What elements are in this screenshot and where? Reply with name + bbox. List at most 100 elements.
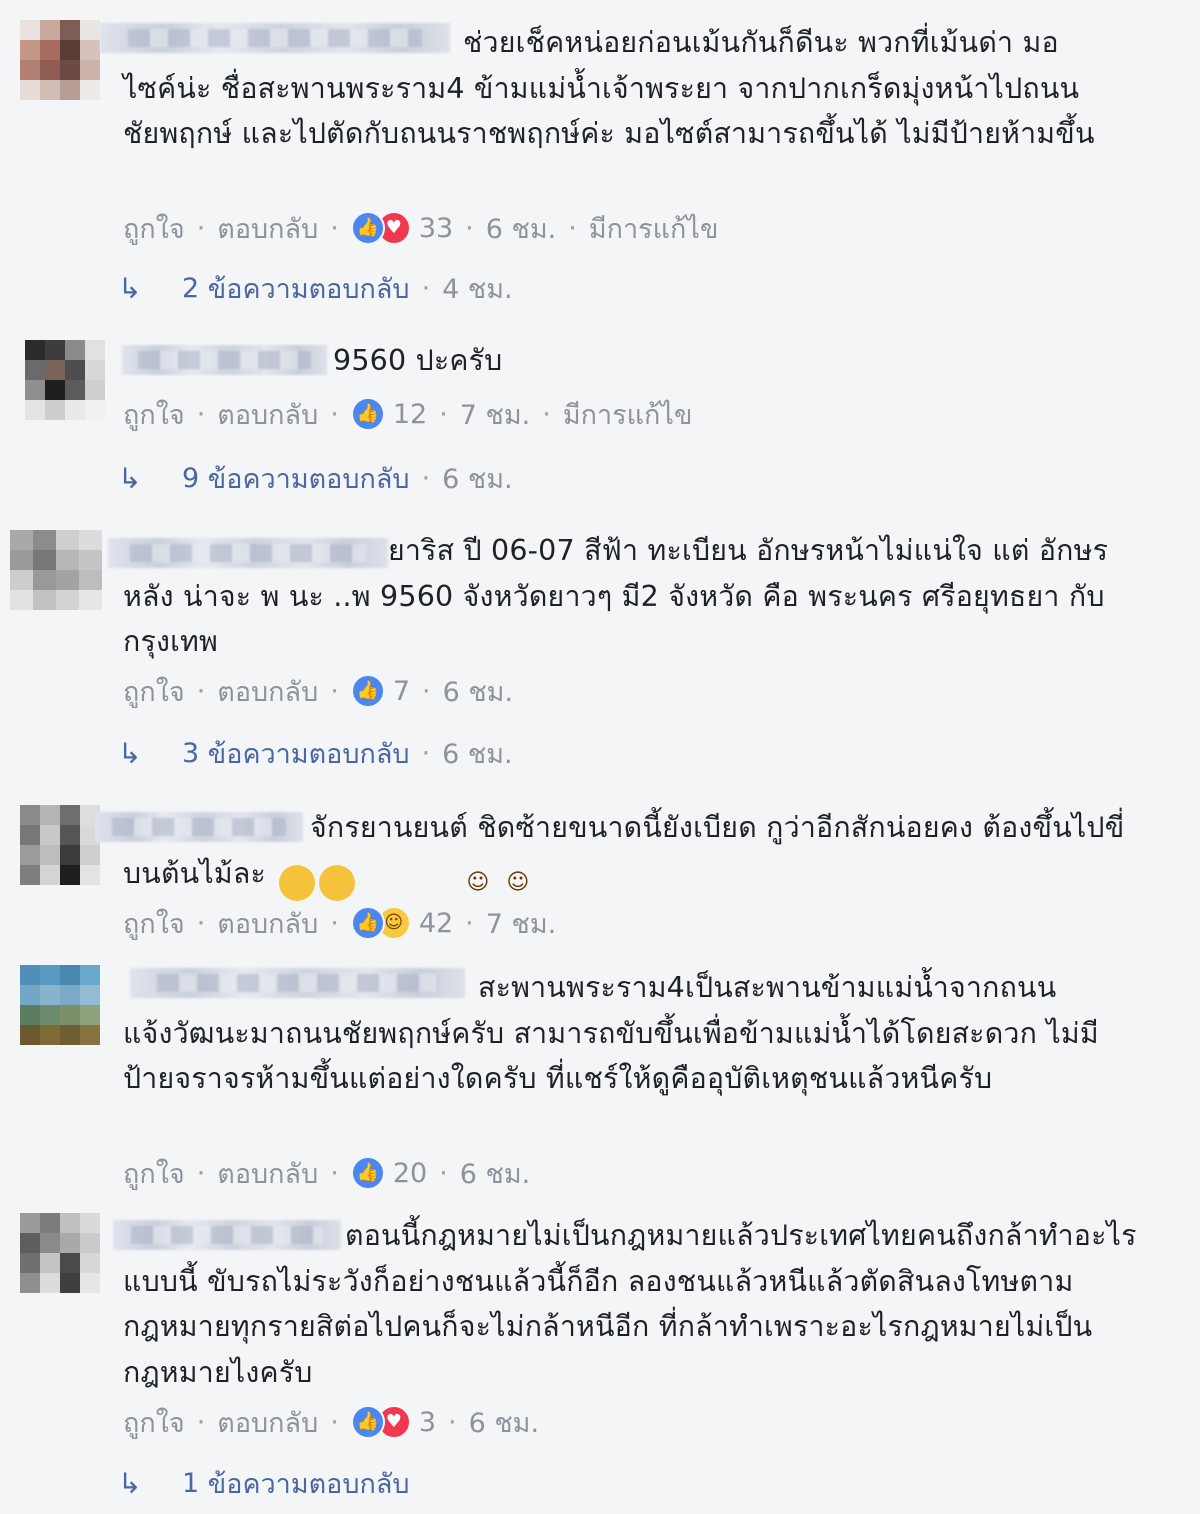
reply-label: ข้อความตอบกลับ: [207, 1468, 410, 1500]
separator: ·: [196, 1157, 206, 1189]
separator: ·: [439, 398, 448, 430]
comment-body: จักรยานยนต์ ชิดซ้ายขนาดนี้ยังเบียด กูว่า…: [123, 811, 1125, 890]
separator: ·: [542, 398, 551, 430]
separator: ·: [439, 1157, 448, 1189]
comment-actions: ถูกใจ · ตอบกลับ · 👍 ♥ 3 · 6 ชม.: [123, 1402, 539, 1442]
avatar[interactable]: [25, 340, 105, 420]
separator: ·: [465, 212, 474, 244]
edited-label[interactable]: มีการแก้ไข: [589, 207, 719, 250]
reaction-count: 7: [392, 675, 410, 707]
comment-text: สะพานพระราม4เป็นสะพานข้ามแม่น้ำจากถนนแจ้…: [123, 971, 1099, 1095]
avatar[interactable]: [20, 965, 100, 1045]
view-replies[interactable]: ↳ 9 ข้อความตอบกลับ · 6 ชม.: [118, 458, 513, 498]
comment-text: ยาริส ปี 06-07 สีฟ้า ทะเบียน อักษรหน้าไม…: [123, 534, 1114, 658]
reply-link[interactable]: ตอบกลับ: [217, 393, 318, 436]
timestamp[interactable]: 6 ชม.: [460, 1152, 530, 1195]
separator: ·: [421, 272, 431, 304]
like-reaction-icon: 👍: [350, 1405, 385, 1439]
reply-time: 6 ชม.: [442, 738, 513, 770]
like-link[interactable]: ถูกใจ: [123, 207, 185, 250]
comment-text: ตอนนี้กฎหมายไม่เป็นกฎหมายแล้วประเทศไทยคน…: [123, 1219, 1137, 1389]
reply-label: ข้อความตอบกลับ: [207, 273, 410, 305]
separator: ·: [196, 212, 206, 244]
reply-count: 1: [182, 1467, 200, 1499]
like-reaction-icon: 👍: [350, 397, 385, 431]
like-link[interactable]: ถูกใจ: [123, 670, 185, 713]
timestamp[interactable]: 7 ชม.: [460, 393, 530, 436]
reply-label: ข้อความตอบกลับ: [207, 738, 410, 770]
comment-actions: ถูกใจ · ตอบกลับ · 👍 20 · 6 ชม.: [123, 1153, 530, 1193]
reaction-count: 3: [418, 1406, 436, 1438]
comment-text: ช่วยเช็คหน่อยก่อนเม้นกันก็ดีนะ พวกที่เม้…: [123, 26, 1095, 150]
separator: ·: [465, 907, 474, 939]
blurred-author-name[interactable]: [122, 345, 327, 375]
timestamp[interactable]: 6 ชม.: [469, 1401, 539, 1444]
separator: ·: [330, 907, 339, 939]
comment-actions: ถูกใจ · ตอบกลับ · 👍 ☺ 42 · 7 ชม.: [123, 903, 556, 943]
comment-text: 9560 ปะครับ: [333, 344, 503, 377]
separator: ·: [568, 212, 577, 244]
timestamp[interactable]: 7 ชม.: [486, 902, 556, 945]
reply-link[interactable]: ตอบกลับ: [217, 670, 318, 713]
reactions[interactable]: 👍: [350, 397, 385, 431]
reactions[interactable]: 👍 ♥: [350, 1405, 411, 1439]
separator: ·: [448, 1406, 457, 1438]
like-reaction-icon: 👍: [350, 211, 385, 245]
reply-link[interactable]: ตอบกลับ: [217, 1401, 318, 1444]
avatar[interactable]: [20, 20, 100, 100]
separator: ·: [330, 398, 339, 430]
reply-count: 2: [182, 272, 200, 304]
separator: ·: [330, 675, 339, 707]
reply-arrow-icon: ↳: [118, 736, 142, 770]
like-link[interactable]: ถูกใจ: [123, 902, 185, 945]
comment-actions: ถูกใจ · ตอบกลับ · 👍 ♥ 33 · 6 ชม. · มีการ…: [123, 208, 718, 248]
reaction-count: 12: [392, 398, 428, 430]
avatar[interactable]: [20, 1213, 100, 1293]
reply-link[interactable]: ตอบกลับ: [217, 902, 318, 945]
reaction-count: 33: [418, 212, 454, 244]
avatar[interactable]: [20, 805, 100, 885]
reply-arrow-icon: ↳: [118, 1466, 142, 1500]
laughing-emoji-icon: ☺: [279, 864, 489, 901]
edited-label[interactable]: มีการแก้ไข: [563, 393, 693, 436]
avatar[interactable]: [10, 530, 102, 610]
comment-actions: ถูกใจ · ตอบกลับ · 👍 12 · 7 ชม. · มีการแก…: [123, 394, 692, 434]
reactions[interactable]: 👍: [350, 1156, 385, 1190]
separator: ·: [196, 398, 206, 430]
view-replies[interactable]: ↳ 2 ข้อความตอบกลับ · 4 ชม.: [118, 268, 513, 308]
reply-link[interactable]: ตอบกลับ: [217, 207, 318, 250]
separator: ·: [422, 675, 431, 707]
separator: ·: [330, 1406, 339, 1438]
reply-time: 4 ชม.: [442, 273, 513, 305]
like-link[interactable]: ถูกใจ: [123, 1401, 185, 1444]
comment-actions: ถูกใจ · ตอบกลับ · 👍 7 · 6 ชม.: [123, 671, 513, 711]
like-link[interactable]: ถูกใจ: [123, 1152, 185, 1195]
reply-arrow-icon: ↳: [118, 461, 142, 495]
view-replies[interactable]: ↳ 3 ข้อความตอบกลับ · 6 ชม.: [118, 733, 513, 773]
like-reaction-icon: 👍: [350, 906, 385, 940]
separator: ·: [196, 675, 206, 707]
separator: ·: [196, 1406, 206, 1438]
reply-arrow-icon: ↳: [118, 271, 142, 305]
reaction-count: 20: [392, 1157, 428, 1189]
timestamp[interactable]: 6 ชม.: [443, 670, 513, 713]
timestamp[interactable]: 6 ชม.: [486, 207, 556, 250]
separator: ·: [421, 462, 431, 494]
reaction-count: 42: [418, 907, 454, 939]
like-link[interactable]: ถูกใจ: [123, 393, 185, 436]
reply-link[interactable]: ตอบกลับ: [217, 1152, 318, 1195]
reply-label: ข้อความตอบกลับ: [207, 463, 410, 495]
reactions[interactable]: 👍 ♥: [350, 211, 411, 245]
separator: ·: [421, 737, 431, 769]
reactions[interactable]: 👍: [350, 674, 385, 708]
separator: ·: [196, 907, 206, 939]
reply-count: 9: [182, 462, 200, 494]
view-replies[interactable]: ↳ 1 ข้อความตอบกลับ: [118, 1463, 410, 1503]
laughing-emoji-icon: ☺: [319, 864, 529, 901]
like-reaction-icon: 👍: [350, 674, 385, 708]
separator: ·: [330, 1157, 339, 1189]
comment-text: จักรยานยนต์ ชิดซ้ายขนาดนี้ยังเบียด กูว่า…: [123, 805, 1140, 901]
reply-time: 6 ชม.: [442, 463, 513, 495]
like-reaction-icon: 👍: [350, 1156, 385, 1190]
reactions[interactable]: 👍 ☺: [350, 906, 411, 940]
